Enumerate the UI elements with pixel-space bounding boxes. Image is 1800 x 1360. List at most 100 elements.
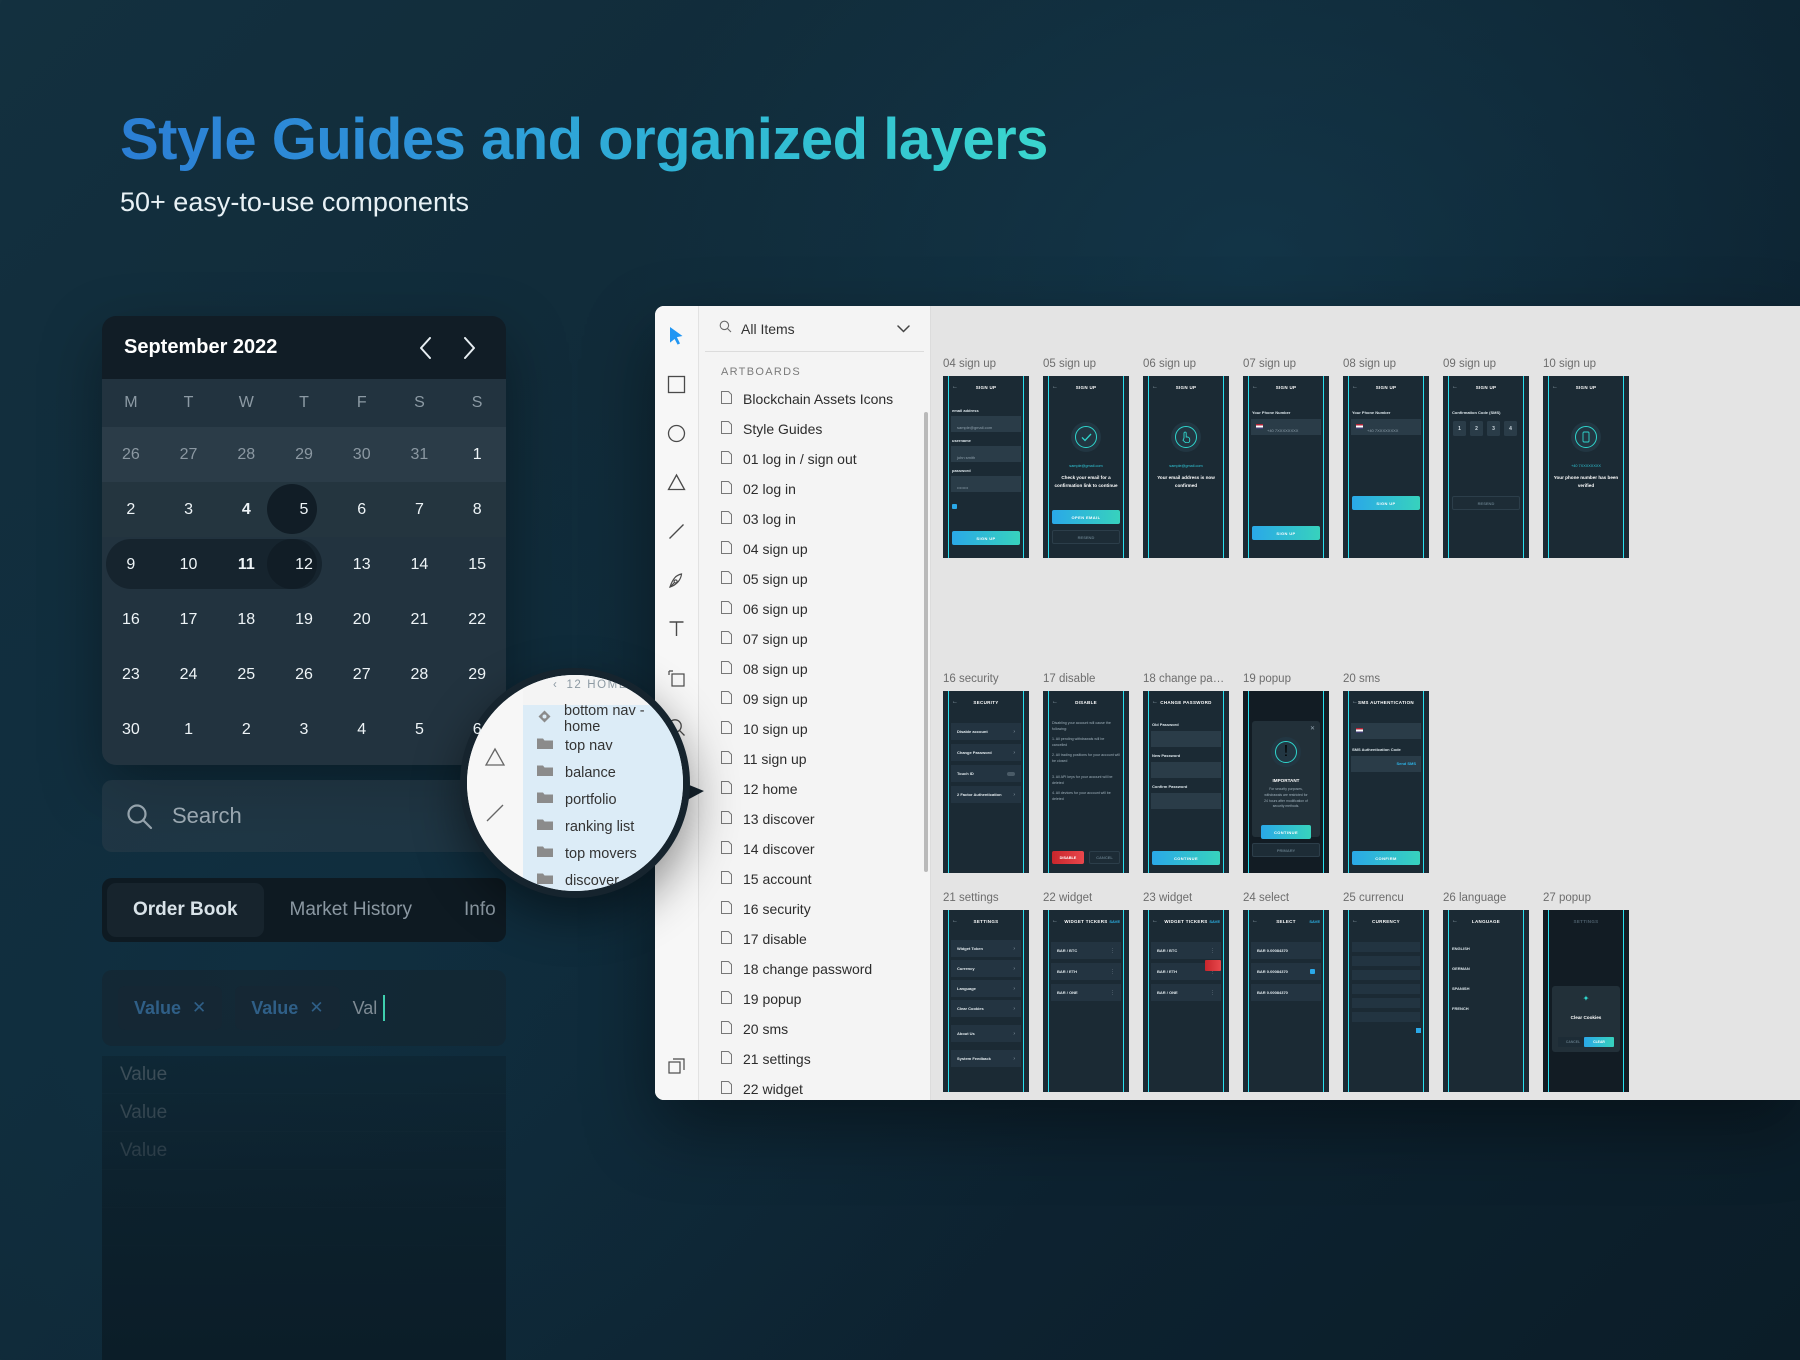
- artboard-list-item[interactable]: 19 popup: [699, 984, 930, 1014]
- layer-item[interactable]: top movers: [523, 840, 683, 867]
- triangle-icon[interactable]: [662, 467, 692, 497]
- design-canvas[interactable]: 04 sign up ← SIGN UP email address sampl…: [931, 306, 1800, 1100]
- artboard[interactable]: 10 sign up ← SIGN UP +40 7XXXXXXXX Your …: [1543, 358, 1629, 558]
- tag-chip[interactable]: Value ✕: [118, 986, 223, 1030]
- artboard[interactable]: 24 select ← SELECT SAVE BAR 0.00084370 B…: [1243, 892, 1329, 1092]
- artboard-list-item[interactable]: 12 home: [699, 774, 930, 804]
- calendar-day[interactable]: 31: [391, 427, 449, 482]
- tag-input[interactable]: Value ✕ Value ✕ Val: [102, 970, 506, 1046]
- chevron-down-icon[interactable]: [897, 320, 910, 338]
- calendar-day[interactable]: 22: [448, 592, 506, 647]
- ellipse-icon[interactable]: [662, 418, 692, 448]
- artboard[interactable]: 21 settings ← SETTINGS Widget Token › Cur…: [943, 892, 1029, 1092]
- calendar-day[interactable]: 27: [333, 647, 391, 702]
- settings-row[interactable]: Disable account ›: [951, 723, 1021, 740]
- resend-button[interactable]: RESEND: [1452, 496, 1520, 510]
- toggle-switch[interactable]: [1007, 771, 1015, 776]
- artboard[interactable]: 25 currencu ← CURRENCY: [1343, 892, 1429, 1092]
- artboard-list-item[interactable]: 15 account: [699, 864, 930, 894]
- checkbox[interactable]: [1310, 969, 1315, 974]
- calendar-day[interactable]: 17: [160, 592, 218, 647]
- calendar-day[interactable]: 5: [275, 482, 333, 537]
- calendar-day[interactable]: 1: [448, 427, 506, 482]
- artboard-list-item[interactable]: 21 settings: [699, 1044, 930, 1074]
- delete-action[interactable]: [1205, 960, 1221, 971]
- artboard-label[interactable]: 24 select: [1243, 892, 1329, 904]
- artboard-list[interactable]: ARTBOARDS Blockchain Assets Icons Style …: [699, 352, 930, 1100]
- input-field[interactable]: john smith: [951, 446, 1021, 462]
- drag-handle-icon[interactable]: ⋮: [1210, 948, 1215, 954]
- input-field[interactable]: [1151, 793, 1221, 809]
- layer-item[interactable]: ranking list: [523, 813, 683, 840]
- artboard-label[interactable]: 26 language: [1443, 892, 1529, 904]
- artboard[interactable]: 27 popup SETTINGS ✦ Clear Cookies CANCEL…: [1543, 892, 1629, 1092]
- artboard-frame[interactable]: ← SETTINGS Widget Token › Currency › Langu…: [943, 910, 1029, 1092]
- save-button[interactable]: SAVE: [1209, 919, 1220, 924]
- panel-filter[interactable]: All Items: [705, 306, 924, 352]
- calendar-day[interactable]: 26: [102, 427, 160, 482]
- chevron-left-icon[interactable]: [410, 333, 440, 363]
- pen-icon[interactable]: [484, 859, 506, 886]
- artboard-label[interactable]: 10 sign up: [1543, 358, 1629, 370]
- artboard-frame[interactable]: ← WIDGET TICKERS SAVE BAR / BTC ⋮ BAR / E…: [1043, 910, 1129, 1092]
- calendar-day[interactable]: 25: [217, 647, 275, 702]
- clear-button[interactable]: CLEAR: [1584, 1037, 1614, 1047]
- code-digit[interactable]: 2: [1470, 421, 1483, 436]
- chevron-right-icon[interactable]: [454, 333, 484, 363]
- artboard[interactable]: 09 sign up ← SIGN UP Confirmation Code (…: [1443, 358, 1529, 558]
- calendar-day-selected[interactable]: 11: [217, 537, 275, 592]
- settings-row[interactable]: Touch ID: [951, 765, 1021, 782]
- artboard-list-item[interactable]: 07 sign up: [699, 624, 930, 654]
- layer-item[interactable]: balance: [523, 759, 683, 786]
- layer-item[interactable]: discover: [523, 867, 683, 891]
- artboard[interactable]: 23 widget ← WIDGET TICKERS SAVE BAR / BT…: [1143, 892, 1229, 1092]
- calendar-day[interactable]: 18: [217, 592, 275, 647]
- artboard-frame[interactable]: ← LANGUAGE ENGLISH GERMAN SPANISH FRENCH: [1443, 910, 1529, 1092]
- calendar-day[interactable]: 30: [102, 702, 160, 757]
- settings-row[interactable]: Change Password ›: [951, 744, 1021, 761]
- artboard-frame[interactable]: ← SIGN UP +40 7XXXXXXXX Your phone numbe…: [1543, 376, 1629, 558]
- calendar-day[interactable]: 15: [448, 537, 506, 592]
- artboard-frame[interactable]: ← SIGN UP email address sample@gmail.com…: [943, 376, 1029, 558]
- artboard-label[interactable]: 22 widget: [1043, 892, 1129, 904]
- artboard-label[interactable]: 27 popup: [1543, 892, 1629, 904]
- drag-handle-icon[interactable]: ⋮: [1110, 948, 1115, 954]
- list-row[interactable]: [1352, 970, 1420, 980]
- calendar-day[interactable]: 27: [160, 427, 218, 482]
- artboard-list-item[interactable]: 02 log in: [699, 474, 930, 504]
- calendar-day[interactable]: 10: [160, 537, 218, 592]
- calendar-day[interactable]: 5: [391, 702, 449, 757]
- code-digit[interactable]: 3: [1487, 421, 1500, 436]
- close-icon[interactable]: ✕: [1310, 725, 1315, 732]
- phone-field[interactable]: [1351, 723, 1421, 739]
- drag-handle-icon[interactable]: ⋮: [1110, 969, 1115, 975]
- list-row[interactable]: [1352, 956, 1420, 966]
- artboard-label[interactable]: 20 sms: [1343, 673, 1429, 685]
- secondary-button[interactable]: RESEND: [1052, 530, 1120, 544]
- artboard-frame[interactable]: ← CURRENCY: [1343, 910, 1429, 1092]
- list-row[interactable]: [1352, 1012, 1420, 1022]
- submit-button[interactable]: CONTINUE: [1152, 851, 1220, 865]
- layers-icon[interactable]: [662, 1052, 692, 1082]
- select-row[interactable]: BAR 0.00084370: [1251, 984, 1321, 1001]
- artboard-list-item[interactable]: 09 sign up: [699, 684, 930, 714]
- artboard-list-item[interactable]: 10 sign up: [699, 714, 930, 744]
- calendar-day[interactable]: 3: [160, 482, 218, 537]
- artboard-frame[interactable]: ← SIGN UP Your Phone Number +40 7XXXXXXX…: [1343, 376, 1429, 558]
- calendar-day[interactable]: 29: [275, 427, 333, 482]
- danger-button[interactable]: DISABLE: [1052, 851, 1084, 864]
- artboard[interactable]: 04 sign up ← SIGN UP email address sampl…: [943, 358, 1029, 558]
- close-icon[interactable]: ✕: [192, 998, 206, 1018]
- pen-icon[interactable]: [662, 565, 692, 595]
- calendar-day[interactable]: 3: [275, 702, 333, 757]
- pair-row[interactable]: BAR / ETH ⋮: [1051, 963, 1121, 980]
- artboard-list-item[interactable]: 01 log in / sign out: [699, 444, 930, 474]
- calendar-day[interactable]: 2: [217, 702, 275, 757]
- code-digit[interactable]: 1: [1453, 421, 1466, 436]
- artboard-list-item[interactable]: 17 disable: [699, 924, 930, 954]
- artboard-frame[interactable]: ← SMS AUTHENTICATION SMS Authentication …: [1343, 691, 1429, 873]
- checkbox[interactable]: [1416, 1028, 1421, 1033]
- artboard-frame[interactable]: SETTINGS ✦ Clear Cookies CANCEL CLEAR: [1543, 910, 1629, 1092]
- calendar-day[interactable]: 6: [333, 482, 391, 537]
- artboard-list-item[interactable]: 06 sign up: [699, 594, 930, 624]
